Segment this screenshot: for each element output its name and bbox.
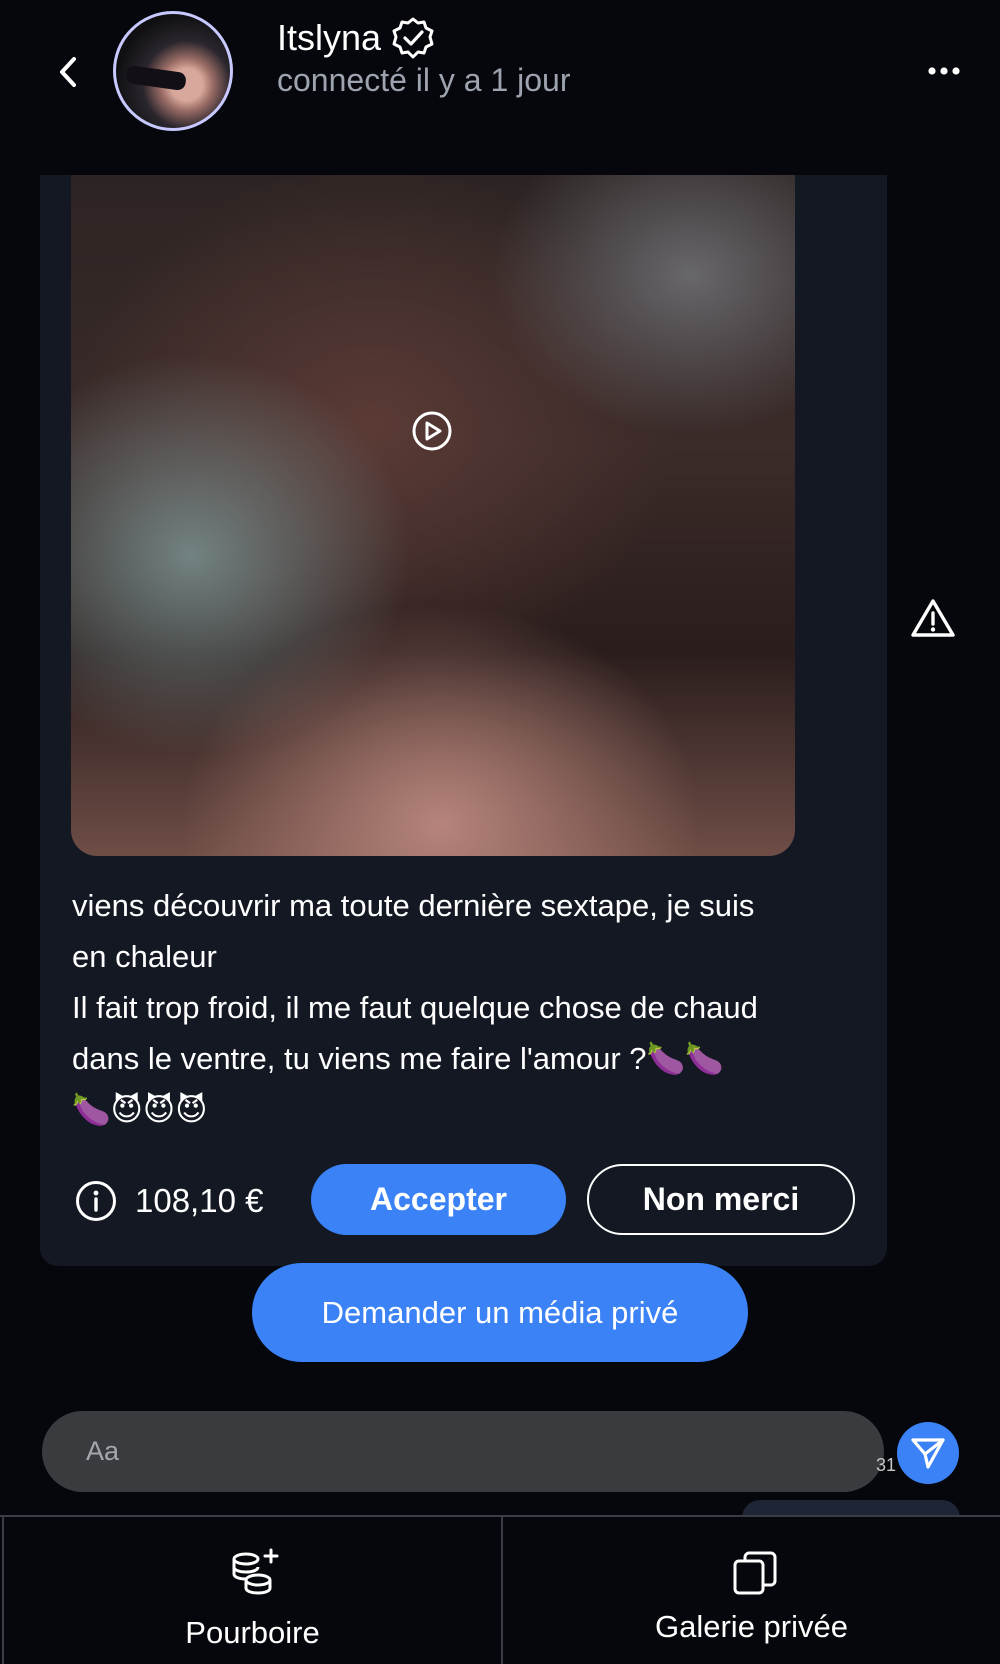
accept-button[interactable]: Accepter <box>311 1164 566 1235</box>
offer-price: 108,10 € <box>135 1182 264 1219</box>
profile-name-row[interactable]: Itslyna <box>277 16 435 60</box>
locked-video-preview[interactable] <box>71 175 795 856</box>
back-button[interactable] <box>48 50 88 94</box>
tip-label: Pourboire <box>185 1615 320 1650</box>
coins-plus-icon <box>232 1548 279 1595</box>
gallery-copy-icon <box>733 1551 777 1595</box>
timestamp-fragment: 31 <box>876 1455 897 1475</box>
request-private-media-button[interactable]: Demander un média privé <box>252 1263 748 1362</box>
info-icon[interactable] <box>75 1180 117 1222</box>
warning-icon[interactable] <box>910 597 956 639</box>
play-icon[interactable] <box>411 410 453 452</box>
more-options-button[interactable] <box>928 56 987 86</box>
private-gallery-tab[interactable]: Galerie privée <box>501 1517 1000 1664</box>
send-icon <box>911 1438 945 1469</box>
more-dots-icon <box>928 67 960 75</box>
back-chevron-icon <box>60 57 76 87</box>
tip-tab[interactable]: Pourboire <box>2 1517 501 1664</box>
send-button[interactable] <box>897 1422 959 1484</box>
avatar[interactable] <box>113 11 233 131</box>
decline-button[interactable]: Non merci <box>587 1164 855 1235</box>
online-status: connecté il y a 1 jour <box>277 62 571 98</box>
profile-name: Itslyna <box>277 17 382 58</box>
verified-badge-icon <box>392 17 434 59</box>
message-text: viens découvrir ma toute dernière sextap… <box>72 888 758 1127</box>
message-input[interactable] <box>42 1411 884 1492</box>
bottom-action-bar: Pourboire Galerie privée <box>0 1515 1000 1664</box>
gallery-label: Galerie privée <box>655 1609 848 1644</box>
